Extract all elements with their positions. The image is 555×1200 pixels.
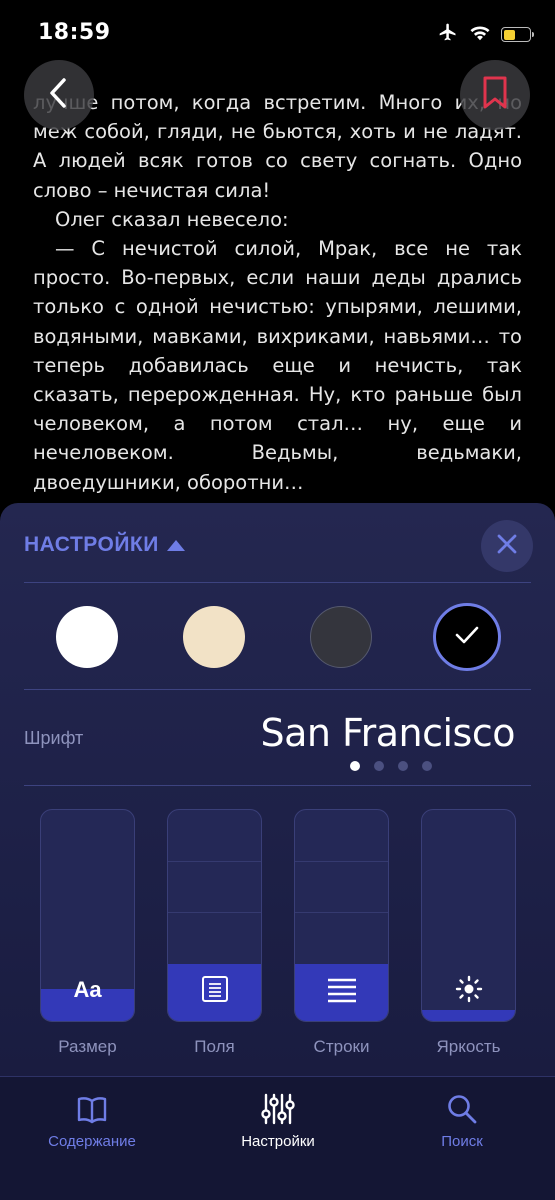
margins-icon [168,975,261,1003]
size-slider[interactable]: Aa [40,809,135,1022]
status-time: 18:59 [38,20,111,45]
status-bar: 18:59 [0,0,555,70]
wifi-icon [469,24,491,46]
divider [24,689,531,690]
slider-step [168,861,261,862]
checkmark-icon [454,625,480,650]
tab-settings[interactable]: Настройки [208,1091,348,1150]
battery-icon [501,27,534,42]
theme-gray-button[interactable] [310,606,372,668]
page-dot[interactable] [350,761,360,771]
slider-step [168,912,261,913]
chevron-left-icon [44,76,74,115]
tab-contents[interactable]: Содержание [22,1091,162,1150]
line-spacing-label: Строки [313,1037,370,1056]
slider-step [295,861,388,862]
tab-bar: Содержание Настройки Поиск [0,1076,555,1200]
airplane-mode-icon [437,22,459,47]
tab-search[interactable]: Поиск [392,1091,532,1150]
bookmark-icon [481,75,509,116]
caret-up-icon [166,539,185,551]
brightness-slider[interactable] [421,809,516,1022]
line-spacing-icon [295,977,388,1003]
brightness-slider-fill [422,1010,515,1021]
page-dot[interactable] [398,761,408,771]
settings-header: НАСТРОЙКИ [0,503,555,583]
page-dot[interactable] [422,761,432,771]
book-paragraph: — С нечистой силой, Мрак, все не так про… [33,237,522,494]
size-label: Размер [58,1037,117,1056]
book-text: лучше потом, когда встретим. Много их, н… [33,88,522,497]
close-icon [496,533,518,560]
book-paragraph: Олег сказал невесело: [55,207,289,231]
brightness-label: Яркость [436,1037,501,1056]
font-size-icon: Aa [41,977,134,1003]
margins-slider[interactable] [167,809,262,1022]
settings-title-toggle[interactable]: НАСТРОЙКИ [24,533,185,557]
margins-label: Поля [194,1037,235,1056]
theme-black-button[interactable] [433,603,501,671]
slider-step [295,912,388,913]
brightness-icon [422,975,515,1003]
divider [24,582,531,583]
font-page-indicator[interactable] [350,761,432,771]
line-spacing-slider[interactable] [294,809,389,1022]
divider [24,785,531,786]
sliders-icon [208,1091,348,1127]
font-name-picker[interactable]: San Francisco [260,711,515,755]
theme-sepia-button[interactable] [183,606,245,668]
close-settings-button[interactable] [481,520,533,572]
theme-selector [0,603,555,673]
settings-title: НАСТРОЙКИ [24,533,159,556]
page-dot[interactable] [374,761,384,771]
theme-white-button[interactable] [56,606,118,668]
back-button[interactable] [24,60,94,130]
status-icons [437,22,534,47]
adjustment-sliders: Aa Размер Поля Строки Яркость [0,809,555,1069]
tab-search-label: Поиск [441,1133,483,1150]
size-glyph: Aa [73,977,102,1002]
search-icon [392,1091,532,1127]
font-label: Шрифт [24,728,84,748]
book-icon [22,1091,162,1127]
tab-contents-label: Содержание [48,1133,136,1150]
book-paragraph: лучше потом, когда встретим. Много их, н… [33,91,522,202]
bookmark-button[interactable] [460,60,530,130]
tab-settings-label: Настройки [241,1133,315,1150]
